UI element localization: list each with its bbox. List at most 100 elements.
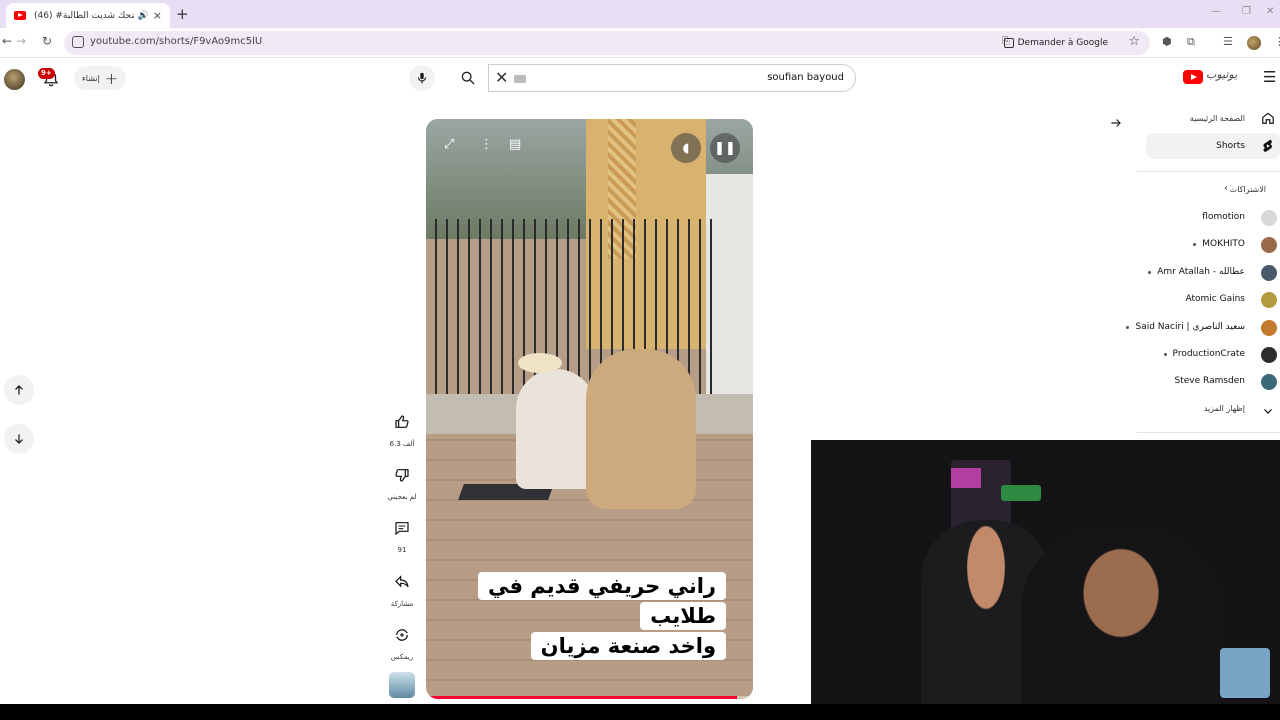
- subscription-item[interactable]: MOKHITO: [1137, 231, 1280, 258]
- like-count: 6.3 ألف: [389, 440, 415, 448]
- account-avatar[interactable]: [4, 69, 25, 90]
- channel-avatar: [1261, 210, 1277, 226]
- address-bar[interactable]: youtube.com/shorts/F9vAo9mc5lU ⎘ Demande…: [64, 31, 1150, 55]
- caption-line-2: واخد صنعة مزيان: [530, 632, 726, 660]
- subscription-name: Atomic Gains: [1185, 294, 1246, 305]
- pause-icon: ❚❚: [714, 140, 736, 156]
- video-scene-hat: [518, 353, 562, 373]
- volume-button[interactable]: ◖: [671, 133, 701, 163]
- search-query[interactable]: soufian bayoud: [767, 72, 844, 83]
- speaker-icon[interactable]: 🔊: [138, 11, 149, 21]
- tab-close-button[interactable]: ×: [153, 9, 162, 22]
- bottom-black-bar: [0, 704, 1280, 720]
- show-more-label: إظهار المزيد: [1203, 404, 1245, 413]
- subscription-item[interactable]: Steve Ramsden: [1137, 368, 1280, 395]
- channel-avatar: [1261, 347, 1277, 363]
- webcam-green-light: [1001, 485, 1041, 501]
- search-input[interactable]: ✕ soufian bayoud: [488, 64, 856, 92]
- ask-google-button[interactable]: Demander à Google: [998, 34, 1114, 52]
- restore-icon[interactable]: ❐: [1242, 6, 1251, 17]
- arrow-right-icon[interactable]: [1105, 112, 1127, 134]
- guide-menu-icon[interactable]: ☰: [1263, 68, 1276, 86]
- url-text[interactable]: youtube.com/shorts/F9vAo9mc5lU: [90, 36, 262, 47]
- webcam-thumbnail: [1220, 648, 1270, 698]
- video-progress-bar[interactable]: [426, 696, 753, 699]
- subscription-name: MOKHITO: [1202, 239, 1245, 250]
- youtube-logo-wordmark[interactable]: یوتیوب: [1206, 68, 1237, 81]
- show-more-button[interactable]: إظهار المزيد: [1137, 399, 1280, 421]
- captions-icon[interactable]: ▤: [509, 137, 521, 152]
- clear-search-icon[interactable]: ✕: [495, 68, 508, 87]
- media-icon[interactable]: ☰: [1223, 35, 1233, 48]
- webcam-pink-light: [951, 468, 981, 488]
- dislike-label: لم يعجبني: [387, 493, 417, 501]
- notification-badge: 9+: [38, 68, 55, 79]
- like-button[interactable]: 6.3 ألف: [387, 407, 417, 448]
- extension-icon[interactable]: ⬢: [1162, 35, 1172, 48]
- subscription-item[interactable]: Amr Atallah - عطالله: [1137, 259, 1280, 286]
- minimize-icon[interactable]: —: [1211, 6, 1221, 17]
- search-button[interactable]: [448, 64, 488, 92]
- new-content-dot-icon: [1148, 270, 1151, 274]
- new-tab-button[interactable]: +: [176, 5, 189, 23]
- webcam-person-2: [1021, 530, 1221, 704]
- share-button[interactable]: مشاركة: [387, 567, 417, 608]
- window-close-icon[interactable]: ✕: [1266, 6, 1274, 17]
- thumbs-up-icon: [387, 407, 417, 437]
- subscription-item[interactable]: Atomic Gains: [1137, 286, 1280, 313]
- dislike-button[interactable]: لم يعجبني: [387, 460, 417, 501]
- subscriptions-list: flomotion MOKHITO Amr Atallah - عطالله Atom…: [1126, 204, 1280, 404]
- more-options-icon[interactable]: ⋮: [480, 137, 493, 152]
- browser-profile-avatar[interactable]: [1247, 36, 1261, 50]
- subscription-item[interactable]: ProductionCrate: [1137, 341, 1280, 368]
- plus-icon: +: [104, 68, 118, 88]
- puzzle-icon[interactable]: ⧉: [1187, 35, 1195, 49]
- sidebar-item-subscriptions[interactable]: الاشتراكات ‹: [1137, 181, 1280, 201]
- keyboard-icon[interactable]: [514, 75, 526, 83]
- caption-line-1: راني حريفي قديم في طلايب: [477, 572, 726, 630]
- youtube-logo-icon[interactable]: [1183, 70, 1203, 84]
- short-video-player[interactable]: ⤢ ⋮ ▤ ◖ ❚❚ راني حريفي قديم في طلايب واخد…: [426, 119, 753, 699]
- channel-avatar: [1261, 292, 1277, 309]
- chevron-left-icon: ‹: [1224, 183, 1228, 194]
- webcam-overlay: [811, 440, 1280, 704]
- subscriptions-heading: الاشتراكات: [1229, 185, 1266, 194]
- forward-icon[interactable]: →: [16, 34, 26, 48]
- site-info-icon[interactable]: [72, 36, 84, 48]
- sidebar-item-shorts[interactable]: Shorts: [1146, 133, 1280, 159]
- previous-short-button[interactable]: [4, 375, 34, 405]
- home-icon: [1260, 110, 1276, 126]
- share-icon: [387, 567, 417, 597]
- browser-tab[interactable]: (46) #مضحك شديت الطالبة 🔊 ×: [6, 3, 170, 28]
- sidebar-divider: [1137, 432, 1280, 433]
- comments-button[interactable]: 91: [387, 513, 417, 554]
- subscription-name: Said Naciri | سعيد الناصري: [1135, 321, 1246, 332]
- create-label: إنشاء: [82, 73, 100, 83]
- comment-icon: [387, 513, 417, 543]
- video-caption: راني حريفي قديم في طلايب واخد صنعة مزيان: [456, 571, 726, 661]
- subscription-name: flomotion: [1202, 212, 1245, 222]
- back-icon[interactable]: ←: [2, 34, 12, 48]
- comment-count: 91: [397, 546, 407, 554]
- sound-thumbnail[interactable]: [389, 672, 415, 698]
- reload-icon[interactable]: ↻: [42, 34, 52, 48]
- share-label: مشاركة: [390, 600, 414, 608]
- browser-toolbar: ← → ↻ youtube.com/shorts/F9vAo9mc5lU ⎘ D…: [0, 28, 1280, 58]
- next-short-button[interactable]: [4, 424, 34, 454]
- pause-button[interactable]: ❚❚: [710, 133, 740, 163]
- subscription-item[interactable]: Said Naciri | سعيد الناصري: [1126, 314, 1280, 341]
- create-button[interactable]: إنشاء +: [74, 66, 126, 90]
- remix-button[interactable]: ريمكس: [387, 620, 417, 661]
- channel-avatar: [1261, 319, 1277, 336]
- fullscreen-icon[interactable]: ⤢: [444, 137, 454, 152]
- bookmark-star-icon[interactable]: ☆: [1128, 34, 1140, 49]
- sidebar-item-home[interactable]: الصفحة الرئيسية: [1146, 105, 1280, 131]
- browser-menu-icon[interactable]: ⋮: [1274, 35, 1280, 48]
- subscription-name: ProductionCrate: [1172, 349, 1245, 359]
- chevron-down-icon: [1262, 402, 1274, 421]
- arrow-up-icon: [15, 385, 23, 395]
- sidebar-item-label: Shorts: [1216, 141, 1245, 151]
- subscription-item[interactable]: flomotion: [1137, 204, 1280, 231]
- voice-search-button[interactable]: [409, 65, 435, 91]
- sidebar-item-label: الصفحة الرئيسية: [1189, 113, 1245, 123]
